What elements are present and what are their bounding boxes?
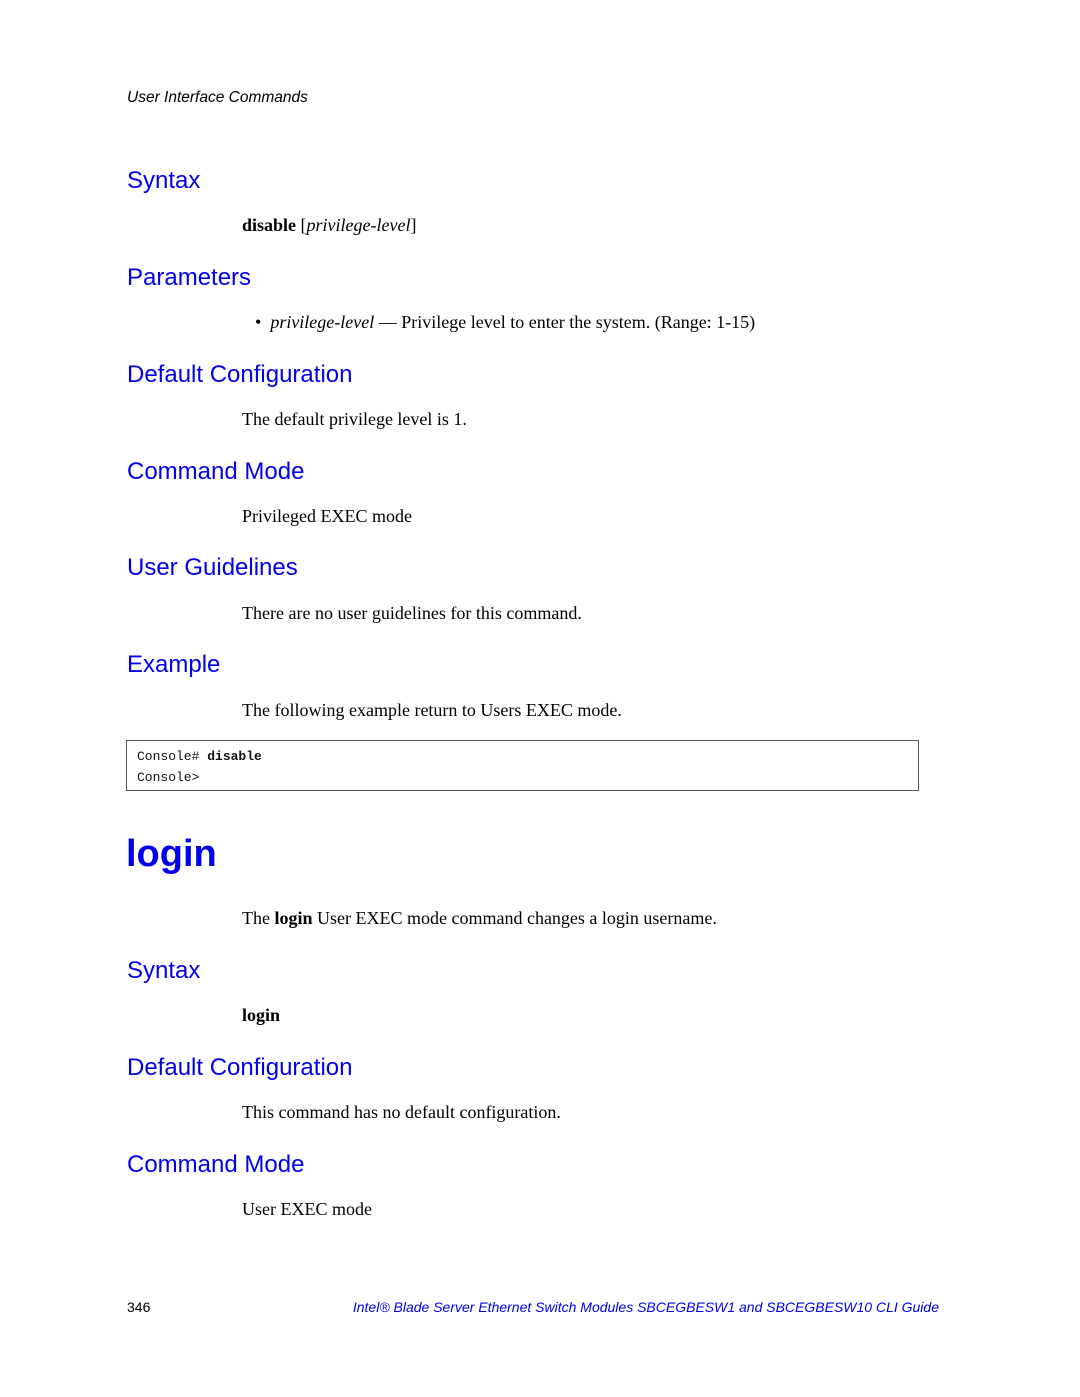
code-command: disable	[207, 749, 262, 764]
code-line: Console>	[137, 770, 200, 785]
example-heading: Example	[127, 651, 221, 678]
default-config-heading: Default Configuration	[127, 361, 353, 388]
command-title: login	[126, 833, 217, 875]
syntax-command: login	[242, 1005, 281, 1025]
parameter-desc: — Privilege level to enter the system. (…	[374, 312, 756, 332]
command-mode-heading: Command Mode	[127, 458, 305, 485]
code-line: Console# disable	[137, 746, 918, 767]
bullet-icon: •	[255, 312, 262, 332]
parameters-heading: Parameters	[127, 264, 252, 291]
syntax-heading: Syntax	[127, 167, 201, 194]
parameter-item: • privilege-level — Privilege level to e…	[255, 312, 755, 333]
default-config-text: The default privilege level is 1.	[242, 409, 467, 429]
parameter-name: privilege-level	[270, 312, 375, 332]
command-mode-text: Privileged EXEC mode	[242, 506, 412, 526]
user-guidelines-text: There are no user guidelines for this co…	[242, 603, 582, 623]
default-config-text: This command has no default configuratio…	[242, 1102, 561, 1122]
syntax-param: privilege-level	[306, 215, 411, 235]
code-example: Console# disable Console>	[126, 740, 919, 791]
syntax-heading: Syntax	[127, 957, 201, 984]
bracket-close: ]	[410, 215, 417, 235]
default-config-heading: Default Configuration	[127, 1054, 353, 1081]
footer-doc-title: Intel® Blade Server Ethernet Switch Modu…	[352, 1299, 939, 1315]
command-mode-heading: Command Mode	[127, 1151, 305, 1178]
syntax-line: login	[242, 1005, 280, 1026]
syntax-command: disable	[242, 215, 297, 235]
command-mode-text: User EXEC mode	[242, 1199, 372, 1219]
code-prompt: Console#	[137, 749, 208, 764]
page-number: 346	[127, 1299, 151, 1315]
user-guidelines-heading: User Guidelines	[127, 554, 298, 581]
desc-text: The	[242, 908, 275, 928]
example-text: The following example return to Users EX…	[242, 700, 622, 720]
syntax-line: disable [privilege-level]	[242, 215, 416, 236]
desc-text: User EXEC mode command changes a login u…	[312, 908, 717, 928]
bracket-open: [	[296, 215, 307, 235]
desc-command: login	[274, 908, 313, 928]
running-head: User Interface Commands	[127, 89, 308, 106]
command-description: The login User EXEC mode command changes…	[242, 908, 717, 929]
